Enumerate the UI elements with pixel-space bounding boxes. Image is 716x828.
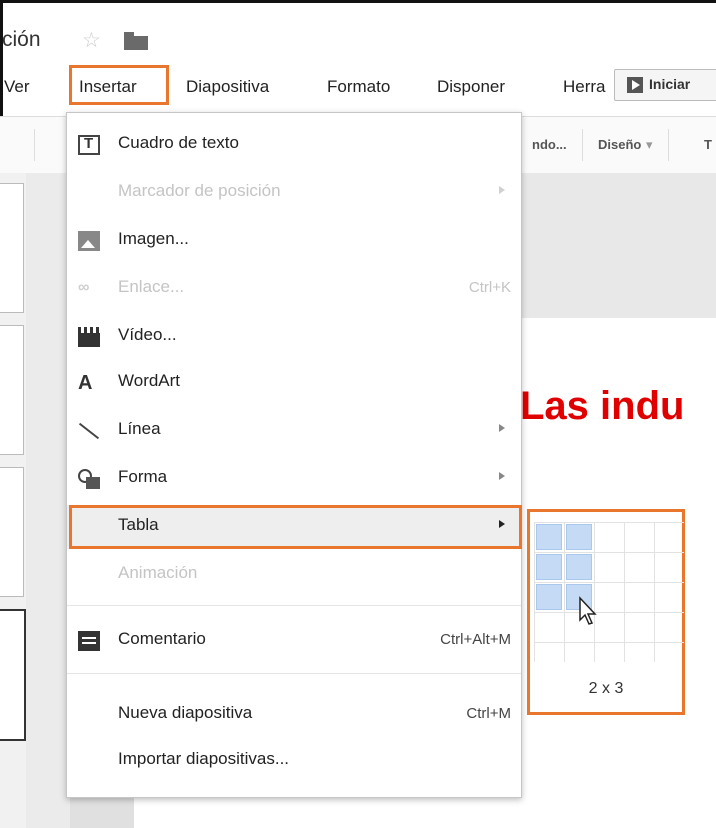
- image-icon: [78, 231, 100, 251]
- submenu-arrow-icon: [499, 186, 505, 194]
- menu-diapositiva[interactable]: Diapositiva: [186, 77, 269, 97]
- menu-item-label: Comentario: [118, 629, 206, 648]
- menu-item-label: Línea: [118, 419, 161, 438]
- toolbar-separator: [668, 129, 669, 161]
- menu-item-video[interactable]: Vídeo...: [67, 315, 521, 359]
- theme-button[interactable]: T: [704, 137, 712, 152]
- video-icon: [78, 327, 100, 347]
- table-grid-cell-selected[interactable]: [566, 524, 592, 550]
- menu-item-label: Imagen...: [118, 229, 189, 248]
- table-grid-cell-selected[interactable]: [536, 524, 562, 550]
- table-grid[interactable]: [534, 522, 684, 662]
- menu-disponer[interactable]: Disponer: [437, 77, 505, 97]
- menu-divider: [67, 605, 521, 606]
- menu-item-label: Marcador de posición: [118, 181, 281, 200]
- insert-menu: Cuadro de texto Marcador de posición Ima…: [66, 112, 522, 798]
- shape-icon: [78, 469, 100, 489]
- submenu-arrow-icon: [499, 424, 505, 432]
- table-size-label: 2 x 3: [588, 680, 624, 697]
- menu-herramientas[interactable]: Herra: [563, 77, 613, 97]
- menu-item-shortcut: Ctrl+K: [468, 279, 511, 296]
- slide-thumbnail[interactable]: [0, 467, 24, 597]
- menu-item-animation: Animación: [67, 553, 521, 597]
- menu-item-label: Forma: [118, 467, 168, 486]
- menu-item-wordart[interactable]: A WordArt: [67, 361, 521, 405]
- menu-formato[interactable]: Formato: [327, 77, 390, 97]
- menu-item-label: Vídeo...: [118, 325, 177, 344]
- menu-item-link: ∞ Enlace... Ctrl+K: [67, 267, 521, 311]
- comment-icon: [78, 631, 100, 651]
- line-icon: [78, 421, 100, 441]
- menu-item-shortcut: Ctrl+Alt+M: [440, 631, 511, 648]
- menu-item-label: Enlace...: [118, 277, 185, 296]
- slide-title[interactable]: Las indu: [520, 384, 684, 429]
- insertar-highlight-box: [69, 65, 169, 105]
- table-grid-cell-selected[interactable]: [566, 554, 592, 580]
- slide-thumbnails-pane: [0, 173, 26, 828]
- menu-divider: [67, 673, 521, 674]
- menu-item-shortcut: Ctrl+M: [466, 705, 511, 722]
- mouse-pointer-icon: [579, 596, 597, 625]
- folder-icon[interactable]: [124, 32, 148, 50]
- table-grid-cell-selected[interactable]: [536, 554, 562, 580]
- document-title[interactable]: ción: [2, 28, 41, 52]
- textbox-icon: [78, 135, 100, 155]
- menu-item-text-box[interactable]: Cuadro de texto: [67, 123, 521, 167]
- toolbar-separator: [582, 129, 583, 161]
- menu-item-comment[interactable]: Comentario Ctrl+Alt+M: [67, 619, 521, 663]
- play-icon: [627, 77, 643, 93]
- wordart-icon: A: [78, 372, 93, 394]
- menu-item-label: Cuadro de texto: [118, 133, 239, 152]
- tabla-highlight-box: [69, 505, 522, 549]
- present-button-label: Iniciar: [649, 76, 691, 92]
- menu-item-shape[interactable]: Forma: [67, 457, 521, 501]
- menu-item-label: Importar diapositivas...: [118, 749, 290, 768]
- slide-thumbnail[interactable]: [0, 325, 24, 455]
- menu-item-line[interactable]: Línea: [67, 409, 521, 453]
- link-icon: ∞: [78, 279, 90, 296]
- star-icon[interactable]: ☆: [82, 28, 101, 53]
- toolbar-separator: [34, 129, 35, 161]
- submenu-arrow-icon: [499, 472, 505, 480]
- slide-thumbnail[interactable]: [0, 183, 24, 313]
- present-button[interactable]: Iniciar: [614, 69, 716, 101]
- background-button[interactable]: ndo...: [532, 137, 567, 152]
- table-size-picker[interactable]: 2 x 3: [527, 509, 685, 715]
- menu-item-placeholder: Marcador de posición: [67, 171, 521, 215]
- slide-thumbnail-selected[interactable]: [0, 609, 26, 741]
- menu-item-image[interactable]: Imagen...: [67, 219, 521, 263]
- menu-item-label: Animación: [118, 563, 198, 582]
- menu-item-label: WordArt: [118, 371, 181, 390]
- menu-item-import-slides[interactable]: Importar diapositivas...: [67, 739, 521, 783]
- layout-button[interactable]: Diseño: [598, 137, 641, 152]
- chevron-down-icon: ▾: [646, 137, 653, 152]
- menu-ver[interactable]: Ver: [4, 77, 30, 97]
- menu-item-new-slide[interactable]: Nueva diapositiva Ctrl+M: [67, 693, 521, 737]
- menu-item-label: Nueva diapositiva: [118, 703, 253, 722]
- table-grid-cell-selected[interactable]: [536, 584, 562, 610]
